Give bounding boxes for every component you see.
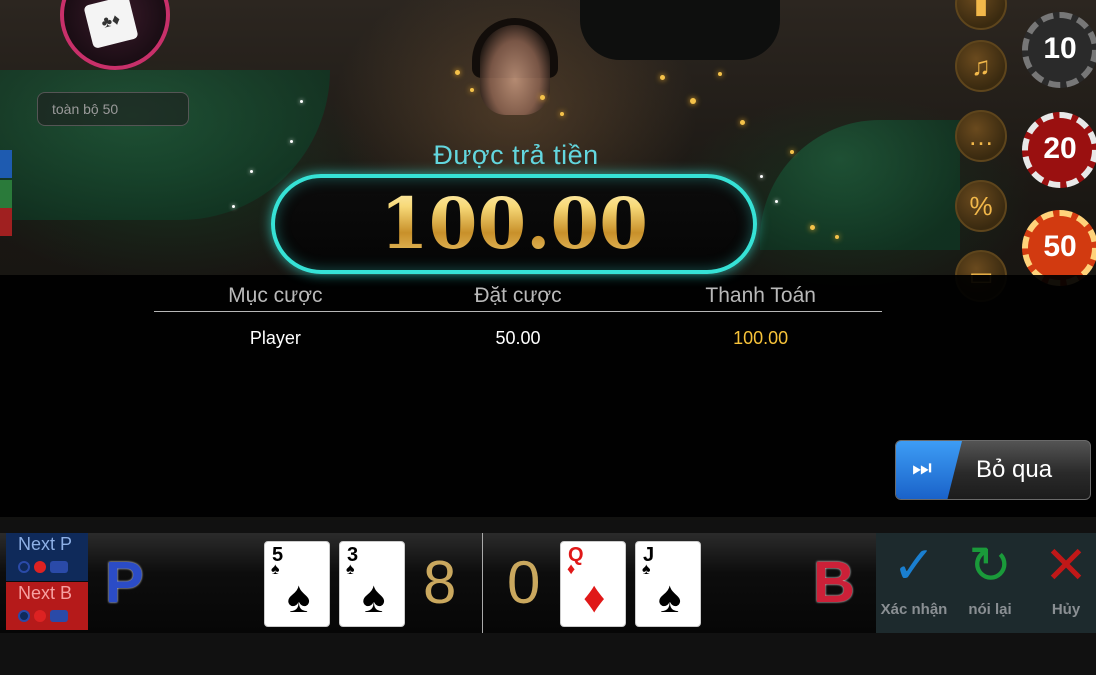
banker-card-2: J ♠ ♠ [635,541,701,627]
row-payout: 100.00 [733,328,789,348]
road-preview [18,610,68,622]
payout-amount: 100.00 [271,180,757,268]
confirm-label: Xác nhận [880,601,948,618]
row-bet-type: Player [249,328,301,348]
skip-icon-box: ⏭ [896,441,962,499]
redo-button[interactable]: ↻ nói lại [952,533,1028,633]
diamond-icon: ♦ [567,561,576,578]
diamond-icon: ♦ [583,573,606,622]
banker-side-label: B [813,550,855,615]
header-bet-amount: Đặt cược [474,284,562,307]
spade-icon: ♠ [287,573,311,622]
next-banker-label: Next B [18,583,73,603]
firework-spark [540,95,545,100]
spade-icon: ♠ [362,573,386,622]
redo-icon: ↻ [968,537,1012,595]
firework-spark [250,170,253,173]
dealer-face [480,25,550,115]
firework-spark [660,75,665,80]
redo-label: nói lại [968,601,1012,618]
divider [482,533,483,633]
banker-card-1: Q ♦ ♦ [560,541,626,627]
fast-forward-icon: ⏭ [912,455,932,480]
chip-20[interactable]: 20 [1022,112,1096,188]
firework-spark [560,112,564,116]
firework-spark [290,140,293,143]
player-card-1: 5 ♠ ♠ [264,541,330,627]
next-player-label: Next P [18,534,73,554]
player-score: 8 [423,549,457,616]
promo-icon[interactable]: % [955,180,1007,232]
left-tab-red[interactable] [0,208,12,236]
next-banker-button[interactable]: Next B [6,582,88,630]
cancel-button[interactable]: ✕ Hủy [1028,533,1096,633]
close-icon: ✕ [1044,537,1088,595]
skip-label: Bỏ qua [976,456,1053,483]
firework-spark [810,225,815,230]
firework-spark [455,70,460,75]
player-side-label: P [105,550,144,615]
results-table: Mục cược Đặt cược Thanh Toán Player 50.0… [154,280,882,362]
next-player-button[interactable]: Next P [6,533,88,581]
chip-10[interactable]: 10 [1022,12,1096,88]
confirm-button[interactable]: ✓ Xác nhận [876,533,952,633]
row-bet-amount: 50.00 [495,328,541,348]
spade-icon: ♠ [658,573,682,622]
chat-icon[interactable]: … [955,110,1007,162]
spade-icon: ♠ [346,561,355,578]
background-object [580,0,780,60]
spade-icon: ♠ [642,561,651,578]
table-row: Player 50.00 100.00 [154,312,882,362]
cancel-label: Hủy [1051,601,1081,618]
firework-spark [690,98,696,104]
header-bet-type: Mục cược [228,284,323,307]
checkmark-icon: ✓ [892,537,936,595]
left-tab-blue[interactable] [0,150,12,178]
payout-title: Được trả tiền [433,140,599,170]
firework-spark [300,100,303,103]
music-icon[interactable]: ♫ [955,40,1007,92]
results-header: Mục cược Đặt cược Thanh Toán [154,280,882,312]
firework-spark [835,235,839,239]
road-preview [18,561,68,573]
firework-spark [775,200,778,203]
footer-area [0,633,1096,675]
skip-button[interactable]: ⏭ Bỏ qua [895,440,1091,500]
firework-spark [760,175,763,178]
total-bet-label: toàn bộ 50 [37,92,189,126]
banker-score: 0 [507,549,541,616]
firework-spark [790,150,794,154]
table-felt-right [760,120,960,250]
spade-icon: ♠ [271,561,280,578]
left-tab-green[interactable] [0,180,12,208]
player-card-2: 3 ♠ ♠ [339,541,405,627]
firework-spark [718,72,722,76]
firework-spark [232,205,235,208]
header-payout: Thanh Toán [705,284,816,307]
firework-spark [740,120,745,125]
firework-spark [470,88,474,92]
